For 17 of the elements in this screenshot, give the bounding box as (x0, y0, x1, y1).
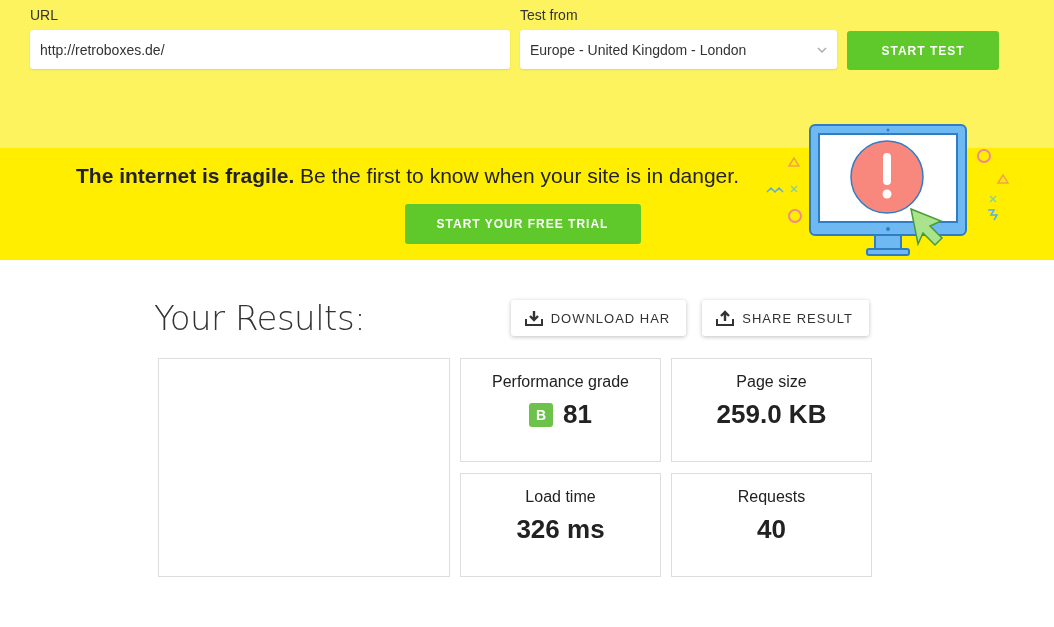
metric-value: 81 (563, 399, 592, 430)
location-label: Test from (520, 7, 579, 23)
banner-message: The internet is fragile. Be the first to know when your site is in danger. (76, 164, 739, 188)
results-title: Your Results: (154, 298, 366, 338)
location-select[interactable]: Europe - United Kingdom - London (520, 30, 837, 69)
metric-label: Page size (736, 373, 807, 391)
metric-value: 259.0 KB (716, 399, 827, 430)
metric-value: 40 (757, 514, 786, 545)
url-label: URL (30, 7, 59, 23)
metric-value: 326 ms (516, 514, 605, 545)
download-har-button[interactable]: DOWNLOAD HAR (510, 300, 687, 336)
metric-label: Performance grade (492, 373, 629, 391)
share-result-button[interactable]: SHARE RESULT (702, 300, 869, 336)
url-input[interactable]: http://retroboxes.de/ (30, 30, 510, 69)
metric-label: Requests (737, 488, 806, 506)
grade-badge: B (529, 402, 554, 427)
metric-label: Load time (525, 488, 596, 506)
